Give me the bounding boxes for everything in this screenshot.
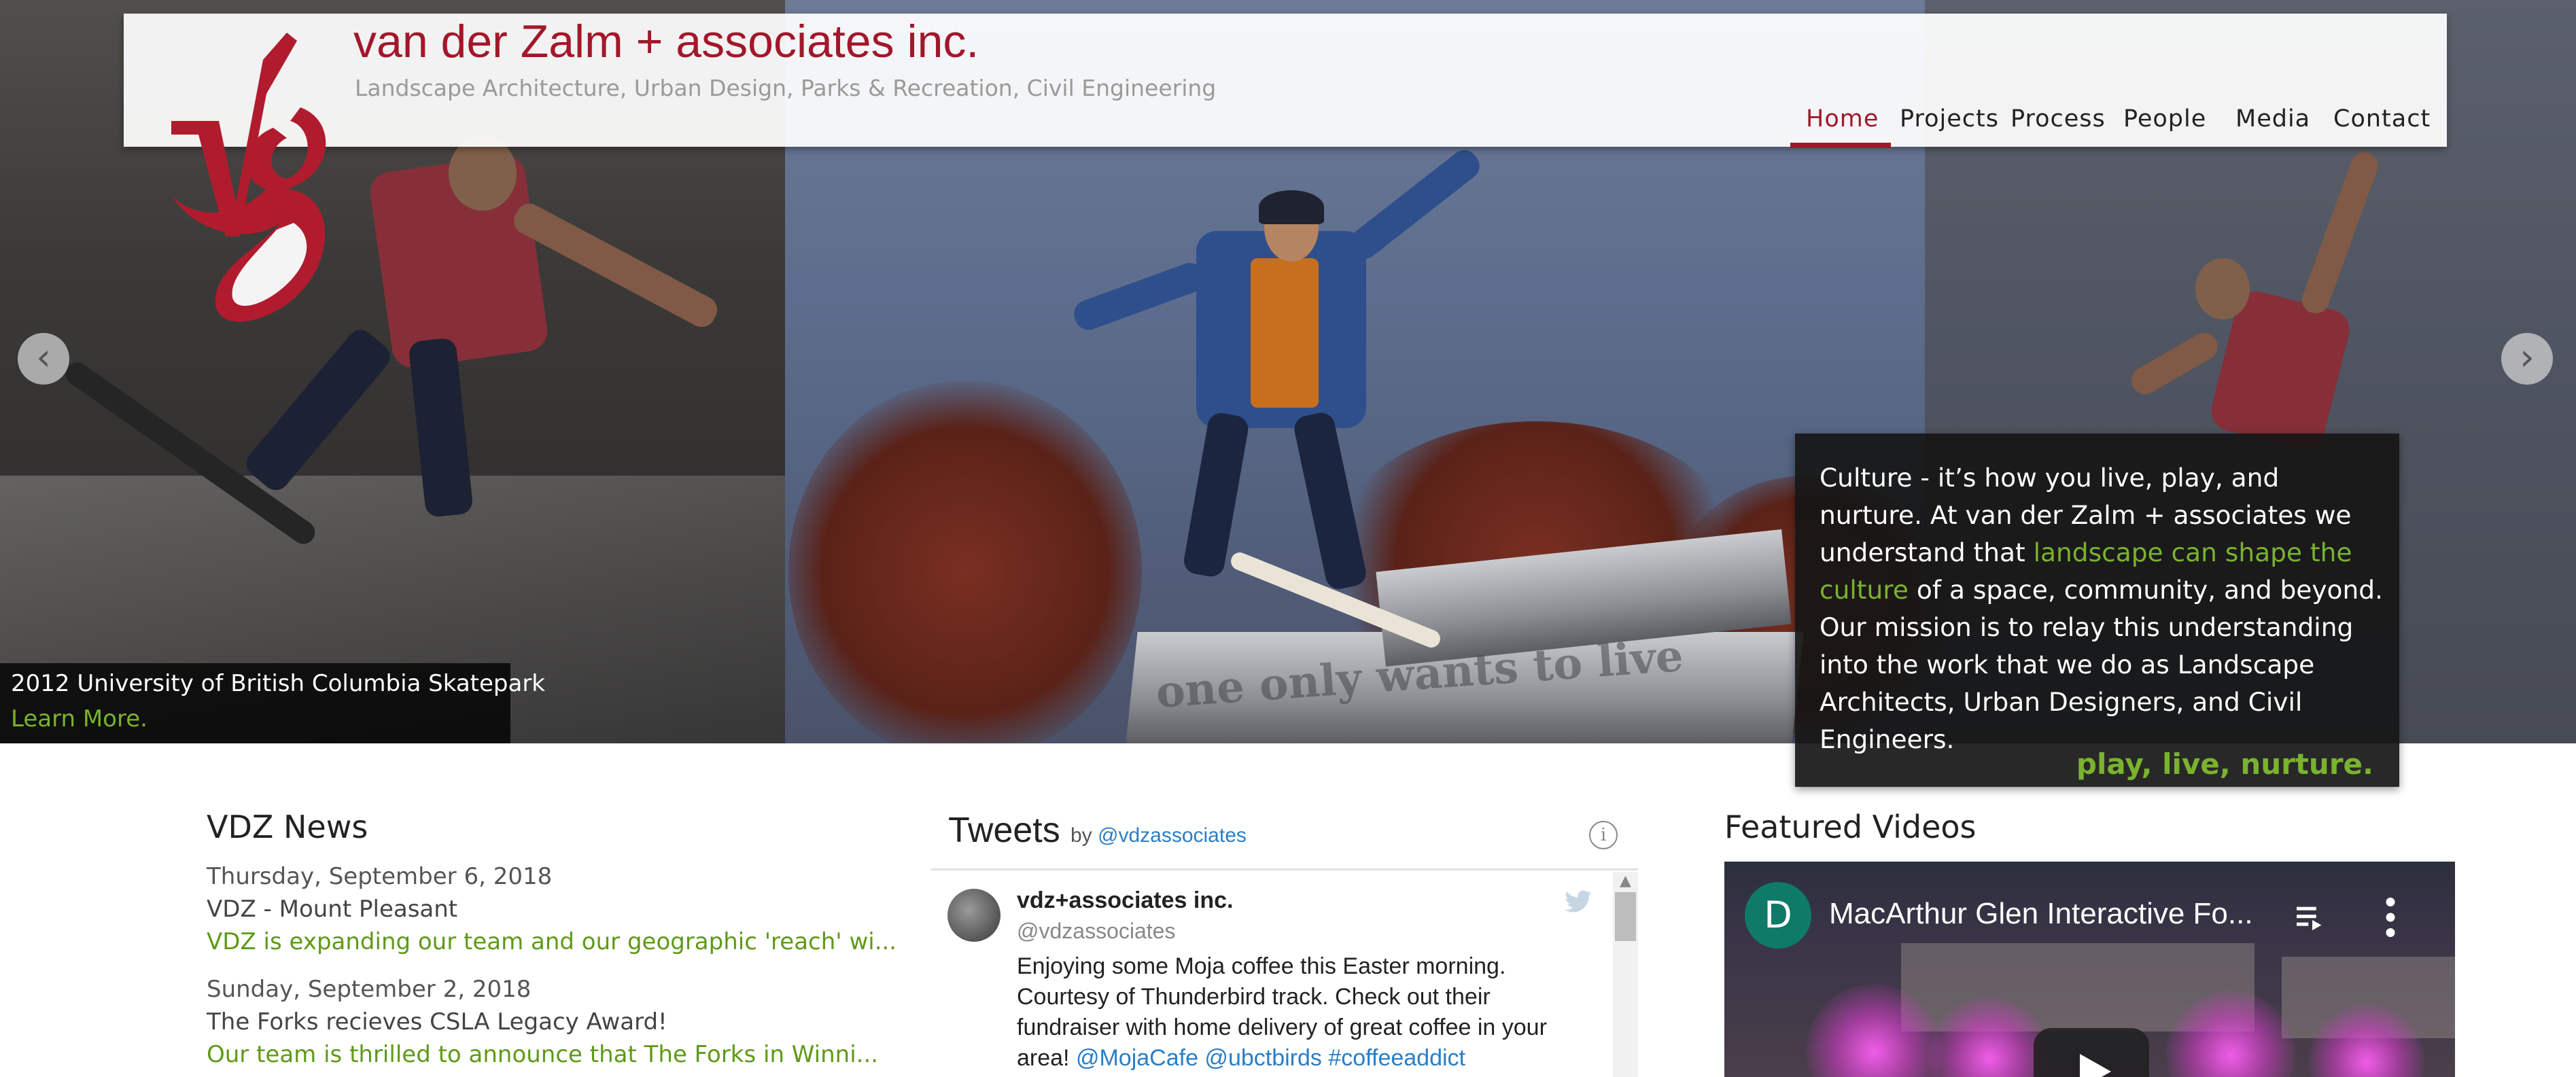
nav-projects[interactable]: Projects	[1900, 105, 1999, 133]
tweets-handle-link[interactable]: @vdzassociates	[1098, 824, 1247, 847]
nav-home[interactable]: Home	[1806, 105, 1879, 133]
arrow-left-icon[interactable]: ‹	[18, 333, 69, 385]
news-excerpt[interactable]: VDZ is expanding our team and our geogra…	[207, 928, 897, 955]
video-embed[interactable]: D MacArthur Glen Interactive Fo...	[1724, 862, 2455, 1077]
info-icon[interactable]: i	[1589, 821, 1618, 849]
nav-active-indicator	[1790, 143, 1891, 148]
tweets-by: by	[1071, 824, 1092, 847]
tweets-heading: Tweets	[948, 811, 1060, 850]
play-icon	[2080, 1054, 2111, 1077]
playlist-icon[interactable]	[2297, 904, 2328, 931]
nav-people[interactable]: People	[2123, 105, 2206, 133]
scroll-thumb[interactable]	[1615, 892, 1636, 941]
twitter-bird-icon[interactable]	[1563, 890, 1593, 915]
divider	[931, 868, 1638, 870]
trees	[788, 381, 1142, 743]
news-headline[interactable]: VDZ - Mount Pleasant	[207, 896, 457, 923]
tweet-author-name[interactable]: vdz+associates inc.	[1017, 887, 1233, 914]
mission-box: Culture - it’s how you live, play, and n…	[1795, 434, 2399, 787]
video-title[interactable]: MacArthur Glen Interactive Fo...	[1829, 897, 2253, 931]
scroll-up-icon[interactable]: ▲	[1613, 872, 1638, 891]
news-excerpt[interactable]: Our team is thrilled to announce that Th…	[207, 1041, 878, 1068]
mission-slogan: play, live, nurture.	[2076, 747, 2373, 781]
tweet-links[interactable]: @MojaCafe @ubctbirds #coffeeaddict	[1076, 1045, 1465, 1071]
arrow-right-icon[interactable]: ›	[2501, 333, 2553, 385]
site-title[interactable]: van der Zalm + associates inc.	[353, 15, 979, 68]
more-options-icon[interactable]	[2384, 897, 2397, 938]
nav-media[interactable]: Media	[2235, 105, 2310, 133]
nav-process[interactable]: Process	[2011, 105, 2106, 133]
news-heading: VDZ News	[207, 809, 368, 845]
avatar[interactable]	[947, 889, 1000, 942]
slide-caption: 2012 University of British Columbia Skat…	[0, 663, 545, 743]
mission-text: Culture - it’s how you live, play, and n…	[1820, 463, 2383, 754]
learn-more-link[interactable]: Learn More.	[11, 705, 147, 732]
news-date: Thursday, September 6, 2018	[207, 863, 553, 890]
channel-avatar[interactable]: D	[1745, 882, 1811, 949]
site-tagline: Landscape Architecture, Urban Design, Pa…	[355, 75, 1217, 101]
scrollbar[interactable]: ▲	[1613, 872, 1638, 1077]
play-button[interactable]	[2034, 1028, 2149, 1077]
news-date: Sunday, September 2, 2018	[207, 976, 532, 1003]
news-headline[interactable]: The Forks recieves CSLA Legacy Award!	[207, 1008, 667, 1036]
nav-contact[interactable]: Contact	[2333, 105, 2431, 133]
vdz-logo[interactable]	[151, 19, 341, 352]
tweet-text: Enjoying some Moja coffee this Easter mo…	[1017, 953, 1547, 1071]
videos-heading: Featured Videos	[1724, 809, 1977, 845]
tweet-author-handle[interactable]: @vdzassociates	[1017, 919, 1175, 944]
caption-title: 2012 University of British Columbia Skat…	[11, 670, 546, 697]
twitter-widget: Tweets by @vdzassociates i vdz+associate…	[931, 802, 1638, 1077]
